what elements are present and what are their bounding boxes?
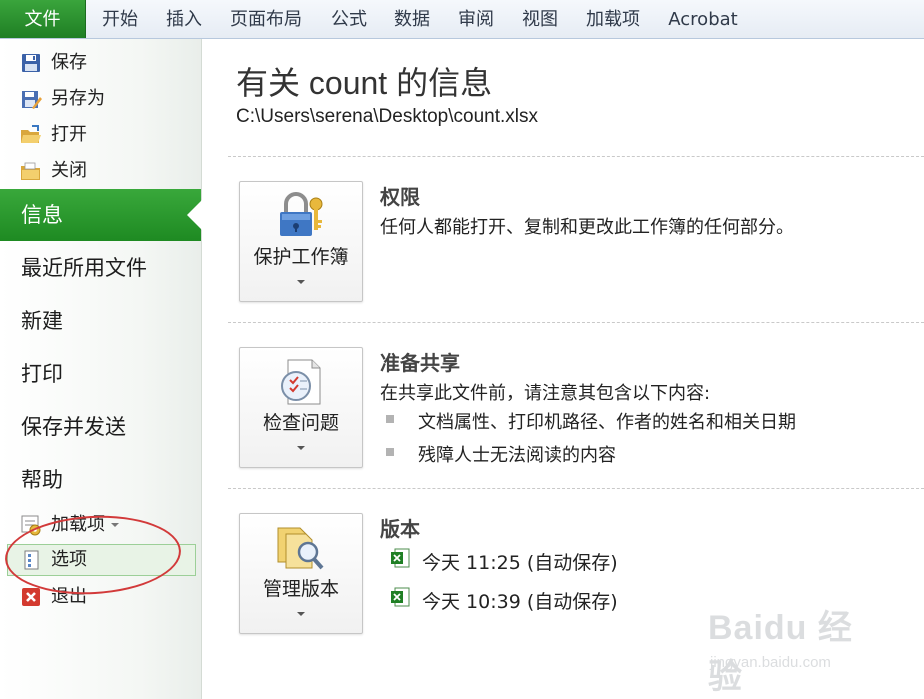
options-icon — [24, 550, 39, 570]
tab-file[interactable]: 文件 — [0, 0, 86, 38]
addins-gear-icon — [21, 515, 41, 536]
backstage-nav: 保存 另存为 打开 关闭 信息 最近所用文件 新建 打印 保存并发送 帮助 加载… — [0, 39, 202, 699]
ribbon-tab-bar: 文件 开始 插入 页面布局 公式 数据 审阅 视图 加载项 Acrobat — [0, 0, 924, 39]
nav-save-label: 保存 — [51, 52, 87, 73]
version-entry[interactable]: 今天 10:39 (自动保存) — [422, 587, 618, 614]
bullet-icon — [386, 448, 394, 456]
chevron-down-icon — [297, 280, 305, 284]
nav-print-label: 打印 — [21, 362, 63, 386]
exit-icon — [22, 588, 40, 606]
versions-heading: 版本 — [380, 517, 420, 541]
divider — [228, 322, 924, 323]
prepare-description: 在共享此文件前，请注意其包含以下内容: — [380, 383, 711, 404]
version-entry[interactable]: 今天 11:25 (自动保存) — [422, 548, 618, 575]
protect-workbook-button[interactable]: 保护工作簿 — [239, 181, 363, 302]
tab-insert[interactable]: 插入 — [164, 0, 204, 38]
nav-save-as-label: 另存为 — [51, 88, 105, 109]
tab-view[interactable]: 视图 — [521, 0, 559, 38]
chevron-down-icon — [297, 612, 305, 616]
active-indicator-arrow — [187, 200, 202, 230]
watermark: Baidu 经验 jingyan.baidu.com — [708, 600, 878, 696]
chevron-down-icon — [111, 523, 119, 527]
manage-versions-icon — [277, 527, 324, 570]
chevron-down-icon — [297, 446, 305, 450]
check-issues-button[interactable]: 检查问题 — [239, 347, 363, 468]
tab-page-layout[interactable]: 页面布局 — [229, 0, 303, 38]
watermark-url: jingyan.baidu.com — [710, 654, 831, 671]
permissions-description: 任何人都能打开、复制和更改此工作簿的任何部分。 — [380, 217, 794, 238]
nav-options-label: 选项 — [51, 549, 87, 570]
check-issues-label: 检查问题 — [262, 412, 339, 434]
open-folder-icon — [21, 125, 41, 143]
manage-versions-button[interactable]: 管理版本 — [239, 513, 363, 634]
nav-print[interactable]: 打印 — [0, 348, 201, 400]
nav-close-label: 关闭 — [51, 160, 87, 181]
nav-save-send-label: 保存并发送 — [21, 415, 126, 439]
save-icon — [22, 54, 40, 72]
nav-addins-label: 加载项 — [51, 514, 105, 535]
lock-key-icon — [280, 192, 323, 236]
excel-file-icon — [391, 548, 410, 568]
file-path: C:\Users\serena\Desktop\count.xlsx — [236, 106, 539, 127]
nav-new[interactable]: 新建 — [0, 295, 201, 347]
page-title: 有关 count 的信息 — [236, 65, 493, 101]
tab-review[interactable]: 审阅 — [457, 0, 495, 38]
tab-data[interactable]: 数据 — [393, 0, 431, 38]
manage-versions-label: 管理版本 — [262, 578, 339, 600]
inspect-document-icon — [281, 359, 321, 405]
prepare-item: 残障人士无法阅读的内容 — [418, 445, 616, 466]
divider — [228, 488, 924, 489]
prepare-item: 文档属性、打印机路径、作者的姓名和相关日期 — [418, 412, 796, 433]
save-as-icon — [22, 91, 42, 109]
nav-close[interactable]: 关闭 — [0, 153, 201, 189]
divider — [228, 156, 924, 157]
nav-info-label: 信息 — [21, 203, 63, 227]
excel-file-icon — [391, 587, 410, 607]
permissions-heading: 权限 — [380, 185, 420, 209]
tab-addins[interactable]: 加载项 — [584, 0, 642, 38]
nav-save-send[interactable]: 保存并发送 — [0, 401, 201, 453]
nav-recent-label: 最近所用文件 — [21, 256, 147, 280]
watermark-logo: Baidu 经验 — [708, 609, 853, 696]
nav-exit[interactable]: 退出 — [0, 579, 201, 615]
prepare-heading: 准备共享 — [380, 351, 460, 375]
nav-help-label: 帮助 — [21, 468, 63, 492]
close-folder-icon — [21, 162, 40, 180]
nav-save-as[interactable]: 另存为 — [0, 81, 201, 117]
nav-help[interactable]: 帮助 — [0, 454, 201, 506]
nav-open-label: 打开 — [51, 124, 87, 145]
nav-info[interactable]: 信息 — [0, 189, 202, 241]
tab-formulas[interactable]: 公式 — [330, 0, 368, 38]
nav-new-label: 新建 — [21, 309, 63, 333]
nav-options[interactable]: 选项 — [7, 544, 196, 576]
nav-exit-label: 退出 — [51, 586, 87, 607]
tab-acrobat[interactable]: Acrobat — [667, 0, 739, 38]
tab-home[interactable]: 开始 — [100, 0, 140, 38]
nav-save[interactable]: 保存 — [0, 45, 201, 81]
nav-addins[interactable]: 加载项 — [0, 507, 201, 543]
nav-recent[interactable]: 最近所用文件 — [0, 242, 201, 294]
protect-workbook-label: 保护工作簿 — [253, 246, 349, 268]
nav-open[interactable]: 打开 — [0, 117, 201, 153]
bullet-icon — [386, 415, 394, 423]
